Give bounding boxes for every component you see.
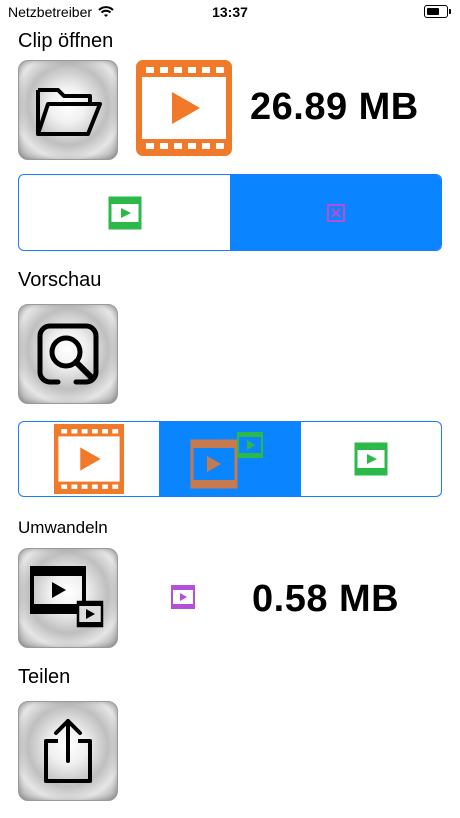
green-video-icon [108, 196, 141, 229]
share-button[interactable] [18, 701, 118, 801]
segment-compressed-video[interactable] [230, 175, 441, 250]
convert-button[interactable] [18, 548, 118, 648]
status-bar: Netzbetreiber 13:37 [0, 0, 460, 24]
source-segmented-control [18, 174, 442, 251]
segment-source-video[interactable] [19, 175, 230, 250]
orange-green-video-icon [190, 432, 263, 489]
preview-button[interactable] [18, 304, 118, 404]
battery-icon [424, 5, 451, 18]
video-convert-icon [30, 566, 104, 628]
segment-preview-compare[interactable] [159, 422, 301, 496]
input-clip-thumbnail [136, 60, 232, 161]
purple-compress-icon [326, 203, 345, 222]
video-play-icon [136, 60, 232, 156]
output-file-size: 0.58 MB [252, 578, 400, 620]
segment-preview-result[interactable] [301, 422, 441, 496]
section-title-preview: Vorschau [18, 269, 102, 291]
section-title-open: Clip öffnen [18, 30, 114, 52]
small-video-icon [171, 585, 195, 609]
segment-preview-original[interactable] [19, 422, 159, 496]
preview-segmented-control [18, 421, 442, 497]
magnifier-icon [37, 323, 99, 385]
clock: 13:37 [212, 4, 248, 20]
orange-video-icon [54, 424, 124, 494]
section-title-share: Teilen [18, 666, 71, 688]
folder-icon [36, 88, 102, 136]
section-title-convert: Umwandeln [18, 518, 108, 537]
share-icon [44, 719, 92, 783]
input-file-size: 26.89 MB [250, 86, 419, 128]
green-video-icon [354, 442, 388, 476]
open-clip-button[interactable] [18, 60, 118, 160]
output-clip-thumbnail [170, 584, 196, 615]
